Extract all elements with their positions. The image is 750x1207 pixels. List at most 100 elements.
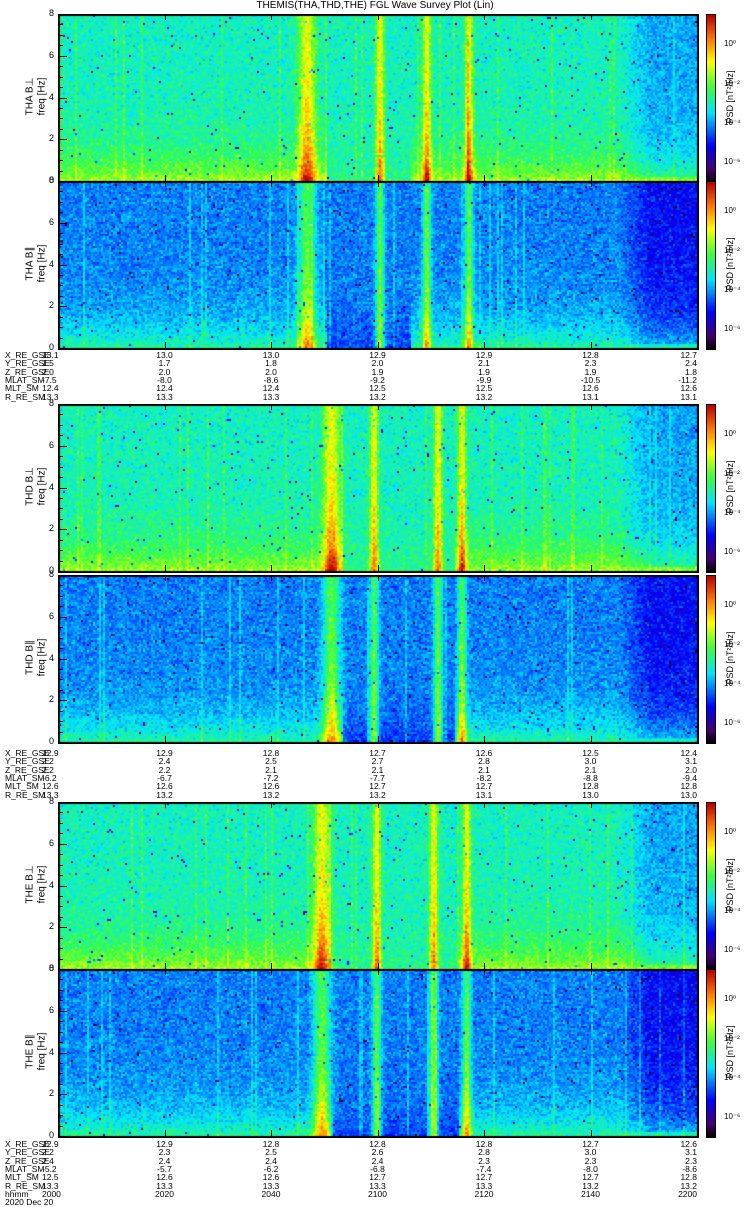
y-tick xyxy=(58,539,63,541)
colorbar-label: PSD [nT²/Hz] xyxy=(725,631,735,685)
y-tick xyxy=(58,212,63,214)
y-tick xyxy=(58,97,67,99)
x-tick xyxy=(590,181,592,187)
x-tick-label: 2040 xyxy=(261,1188,281,1199)
y-tick xyxy=(58,731,63,733)
y-axis-unit: freq [Hz] xyxy=(36,638,48,676)
x-tick xyxy=(484,404,485,410)
y-tick xyxy=(58,822,63,824)
ephemeris-row-label: R_RE_SM xyxy=(5,391,46,402)
y-tick xyxy=(58,1115,63,1117)
x-tick-label: 2200 xyxy=(678,1188,697,1199)
y-tick xyxy=(58,254,63,256)
colorbar xyxy=(706,404,716,573)
colorbar-tick-label: 10⁻⁶ xyxy=(724,1112,741,1122)
y-axis-label: THE B⊥ xyxy=(24,864,36,904)
y-tick xyxy=(58,1031,63,1033)
chart-title: THEMIS(THA,THD,THE) FGL Wave Survey Plot… xyxy=(256,0,494,11)
y-tick xyxy=(58,679,63,681)
y-tick xyxy=(58,34,63,36)
y-tick xyxy=(58,1136,67,1137)
colorbar-tick-label: 10⁰ xyxy=(724,429,737,439)
x-tick xyxy=(377,404,379,410)
y-tick xyxy=(58,812,63,814)
ephemeris-value: 13.3 xyxy=(262,391,280,402)
y-tick xyxy=(58,648,63,650)
ephemeris-value: 13.2 xyxy=(262,789,280,800)
y-axis-unit: freq [Hz] xyxy=(36,77,48,115)
x-tick xyxy=(271,736,272,742)
y-tick xyxy=(58,948,63,950)
y-tick xyxy=(58,87,63,89)
y-axis-label: THD B∥ xyxy=(24,639,36,675)
y-tick xyxy=(58,66,63,68)
x-tick xyxy=(164,342,166,348)
y-tick xyxy=(58,107,63,109)
y-tick xyxy=(58,895,63,897)
x-tick xyxy=(590,736,592,742)
x-tick xyxy=(590,969,592,975)
y-tick xyxy=(58,1021,63,1023)
colorbar-tick-label: 10⁰ xyxy=(724,600,737,610)
y-tick-label: 6 xyxy=(49,439,55,450)
x-tick xyxy=(697,969,698,975)
ephemeris-value: 13.2 xyxy=(156,789,173,800)
y-tick xyxy=(58,128,63,130)
y-tick-label: 6 xyxy=(49,49,55,60)
y-tick xyxy=(58,906,63,908)
x-tick xyxy=(58,404,59,410)
x-tick xyxy=(697,575,698,581)
x-tick xyxy=(590,1130,592,1136)
y-tick xyxy=(58,14,67,15)
y-tick xyxy=(58,348,67,349)
y-tick xyxy=(58,958,63,960)
colorbar xyxy=(706,575,716,744)
x-tick xyxy=(484,736,485,742)
y-tick xyxy=(58,466,63,468)
colorbar-label: PSD [nT²/Hz] xyxy=(725,1025,735,1079)
spectrogram-the-bperp xyxy=(58,802,699,971)
spectrogram-tha-bperp xyxy=(58,14,699,183)
colorbar xyxy=(706,969,716,1138)
y-tick xyxy=(58,435,63,437)
y-tick-label: 6 xyxy=(49,216,55,227)
y-tick xyxy=(58,456,63,458)
x-tick xyxy=(590,14,592,20)
x-tick xyxy=(697,736,698,742)
x-tick xyxy=(377,1130,379,1136)
x-tick xyxy=(164,736,166,742)
y-tick xyxy=(58,477,63,479)
spectrogram-the-bpar xyxy=(58,969,699,1138)
ephemeris-value: 13.0 xyxy=(582,789,599,800)
x-tick xyxy=(697,1130,698,1136)
colorbar-tick-label: 10⁻⁶ xyxy=(724,718,741,728)
y-tick-label: 6 xyxy=(49,837,55,848)
y-tick xyxy=(58,139,67,141)
y-tick xyxy=(58,274,63,276)
x-tick xyxy=(697,802,698,808)
y-tick xyxy=(58,222,67,224)
x-tick xyxy=(377,14,379,20)
y-tick xyxy=(58,710,63,712)
y-tick xyxy=(58,969,67,970)
y-tick xyxy=(58,1125,63,1127)
y-tick-label: 4 xyxy=(49,652,55,663)
ephemeris-value: 13.2 xyxy=(369,789,386,800)
x-tick xyxy=(164,565,166,571)
x-tick-label: 2140 xyxy=(581,1188,600,1199)
y-tick xyxy=(58,233,63,235)
y-tick xyxy=(58,616,67,618)
x-tick xyxy=(271,969,272,975)
y-tick xyxy=(58,316,63,318)
y-tick xyxy=(58,575,67,576)
y-tick xyxy=(58,424,63,426)
y-tick-label: 8 xyxy=(49,963,55,973)
y-tick xyxy=(58,264,67,266)
y-tick xyxy=(58,529,67,531)
y-tick xyxy=(58,327,63,329)
y-axis-unit: freq [Hz] xyxy=(36,865,48,903)
y-tick xyxy=(58,181,67,182)
x-tick xyxy=(484,342,485,348)
x-tick xyxy=(484,802,485,808)
x-tick xyxy=(590,565,592,571)
